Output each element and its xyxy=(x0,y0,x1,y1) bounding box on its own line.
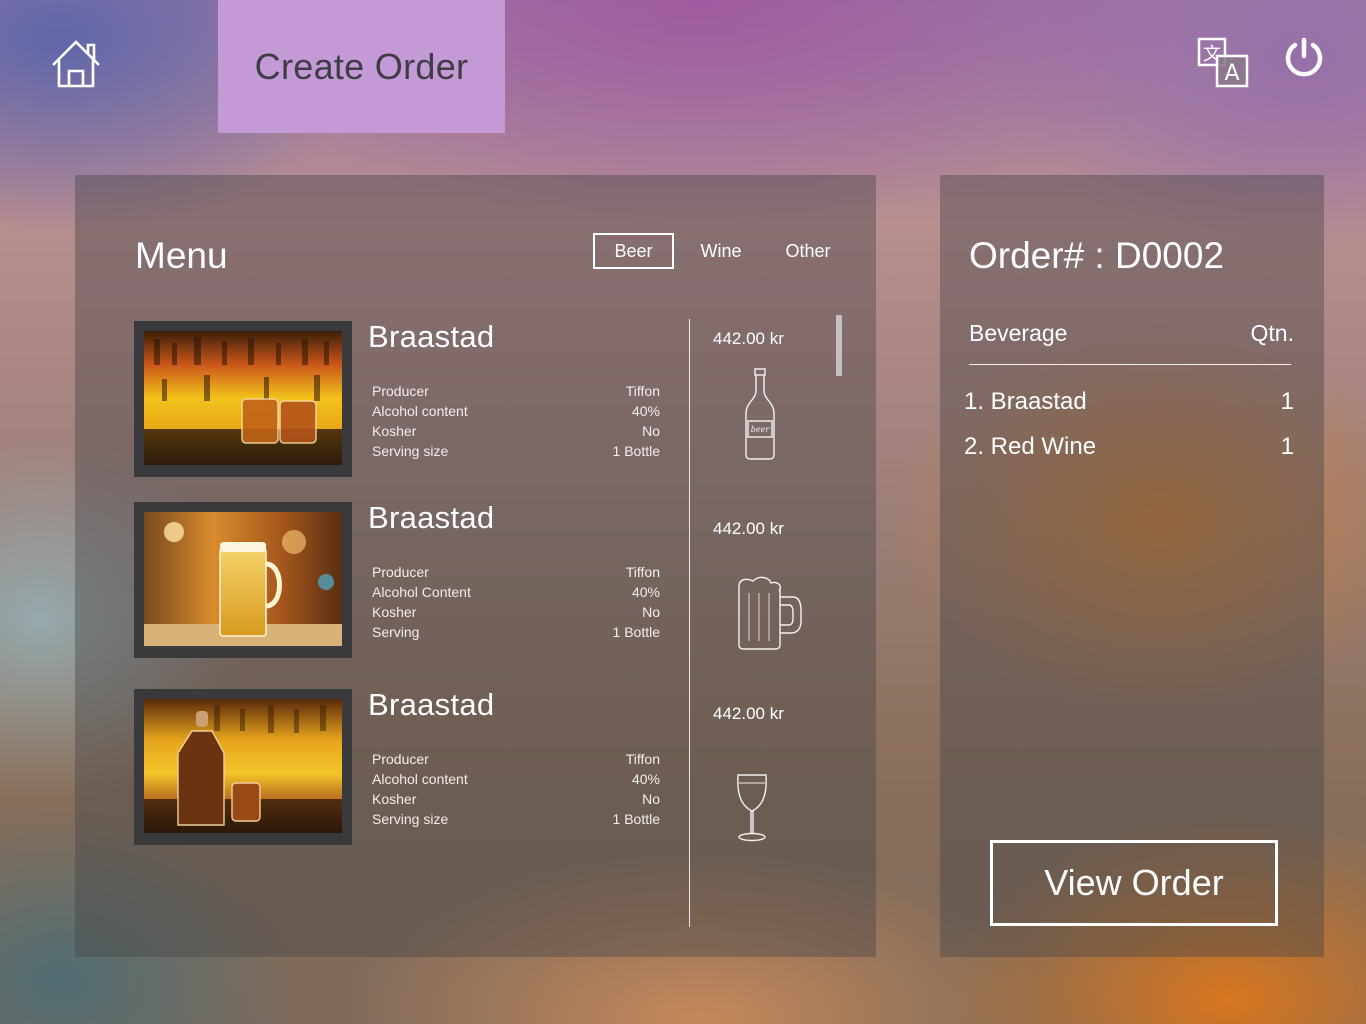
order-panel: Order# : D0002 Beverage Qtn. 1. Braastad… xyxy=(940,175,1324,957)
svg-text:beer: beer xyxy=(751,425,771,434)
spec-value: 1 Bottle xyxy=(612,624,660,640)
item-name: Braastad xyxy=(368,319,495,354)
beer-mug-icon xyxy=(738,576,802,650)
item-photo xyxy=(134,689,352,845)
beverage-column-header: Beverage xyxy=(969,320,1068,346)
order-line-qty: 1 xyxy=(1280,433,1294,460)
spec-label: Producer xyxy=(372,751,429,767)
menu-title: Menu xyxy=(135,235,228,276)
spec-value: Tiffon xyxy=(625,383,660,399)
item-specs: Producer Tiffon Alcohol content 40% Kosher… xyxy=(372,749,660,829)
item-specs: Producer Tiffon Alcohol content 40% Kosher… xyxy=(372,381,660,461)
spec-value: Tiffon xyxy=(625,751,660,767)
spec-label: Alcohol Content xyxy=(372,584,471,600)
menu-panel: Menu Beer Wine Other Braastad Producer T… xyxy=(75,175,876,957)
spec-value: No xyxy=(642,423,660,439)
spec-value: 40% xyxy=(631,771,660,787)
menu-item[interactable]: Braastad Producer Tiffon Alcohol content 4… xyxy=(134,687,734,849)
create-order-label: Create Order xyxy=(254,45,469,87)
decanter-photo xyxy=(144,699,342,833)
spec-label: Kosher xyxy=(372,423,417,439)
item-name: Braastad xyxy=(368,687,495,722)
language-button[interactable]: 文 A xyxy=(1196,36,1250,90)
spec-value: 1 Bottle xyxy=(612,811,660,827)
beer-bottle-icon: beer xyxy=(745,368,775,460)
tab-beer[interactable]: Beer xyxy=(593,233,674,269)
spec-value: 40% xyxy=(631,584,660,600)
spec-value: No xyxy=(642,604,660,620)
spec-label: Producer xyxy=(372,383,429,399)
spec-label: Kosher xyxy=(372,604,417,620)
item-price: 442.00 kr xyxy=(713,329,784,348)
spec-label: Alcohol content xyxy=(372,403,468,419)
create-order-tab[interactable]: Create Order xyxy=(218,0,505,133)
home-button[interactable] xyxy=(48,38,104,90)
spec-value: 1 Bottle xyxy=(612,443,660,459)
item-price: 442.00 kr xyxy=(713,704,784,723)
power-icon xyxy=(1285,37,1323,77)
spec-label: Serving size xyxy=(372,443,449,459)
spec-value: Tiffon xyxy=(625,564,660,580)
spec-label: Serving xyxy=(372,624,420,640)
spec-value: 40% xyxy=(631,403,660,419)
menu-item[interactable]: Braastad Producer Tiffon Alcohol Content 4… xyxy=(134,500,734,662)
wine-glass-icon xyxy=(737,774,767,842)
spec-label: Kosher xyxy=(372,791,417,807)
order-line-qty: 1 xyxy=(1280,388,1294,415)
view-order-label: View Order xyxy=(1044,862,1224,903)
view-order-button[interactable]: View Order xyxy=(990,840,1278,926)
item-photo xyxy=(134,502,352,658)
home-icon xyxy=(52,40,100,88)
quantity-column-header: Qtn. xyxy=(1250,320,1294,346)
svg-text:A: A xyxy=(1224,61,1239,86)
tab-wine[interactable]: Wine xyxy=(693,233,749,269)
translate-icon: 文 A xyxy=(1197,37,1249,88)
spec-value: No xyxy=(642,791,660,807)
spec-label: Serving size xyxy=(372,811,449,827)
beer-mug-photo xyxy=(144,512,342,646)
tab-other[interactable]: Other xyxy=(777,233,839,269)
menu-item[interactable]: Braastad Producer Tiffon Alcohol content 4… xyxy=(134,319,734,481)
item-specs: Producer Tiffon Alcohol Content 40% Kosher… xyxy=(372,562,660,642)
order-line-name: 1. Braastad xyxy=(964,388,1087,415)
order-line-name: 2. Red Wine xyxy=(964,433,1097,460)
spec-label: Alcohol content xyxy=(372,771,468,787)
spec-label: Producer xyxy=(372,564,429,580)
item-price: 442.00 kr xyxy=(713,519,784,538)
power-button[interactable] xyxy=(1282,36,1326,80)
order-title: Order# : D0002 xyxy=(969,235,1225,276)
whisky-glasses-photo xyxy=(144,331,342,465)
item-name: Braastad xyxy=(368,500,495,535)
order-header-divider xyxy=(969,364,1291,365)
item-photo xyxy=(134,321,352,477)
scrollbar[interactable] xyxy=(836,315,842,376)
